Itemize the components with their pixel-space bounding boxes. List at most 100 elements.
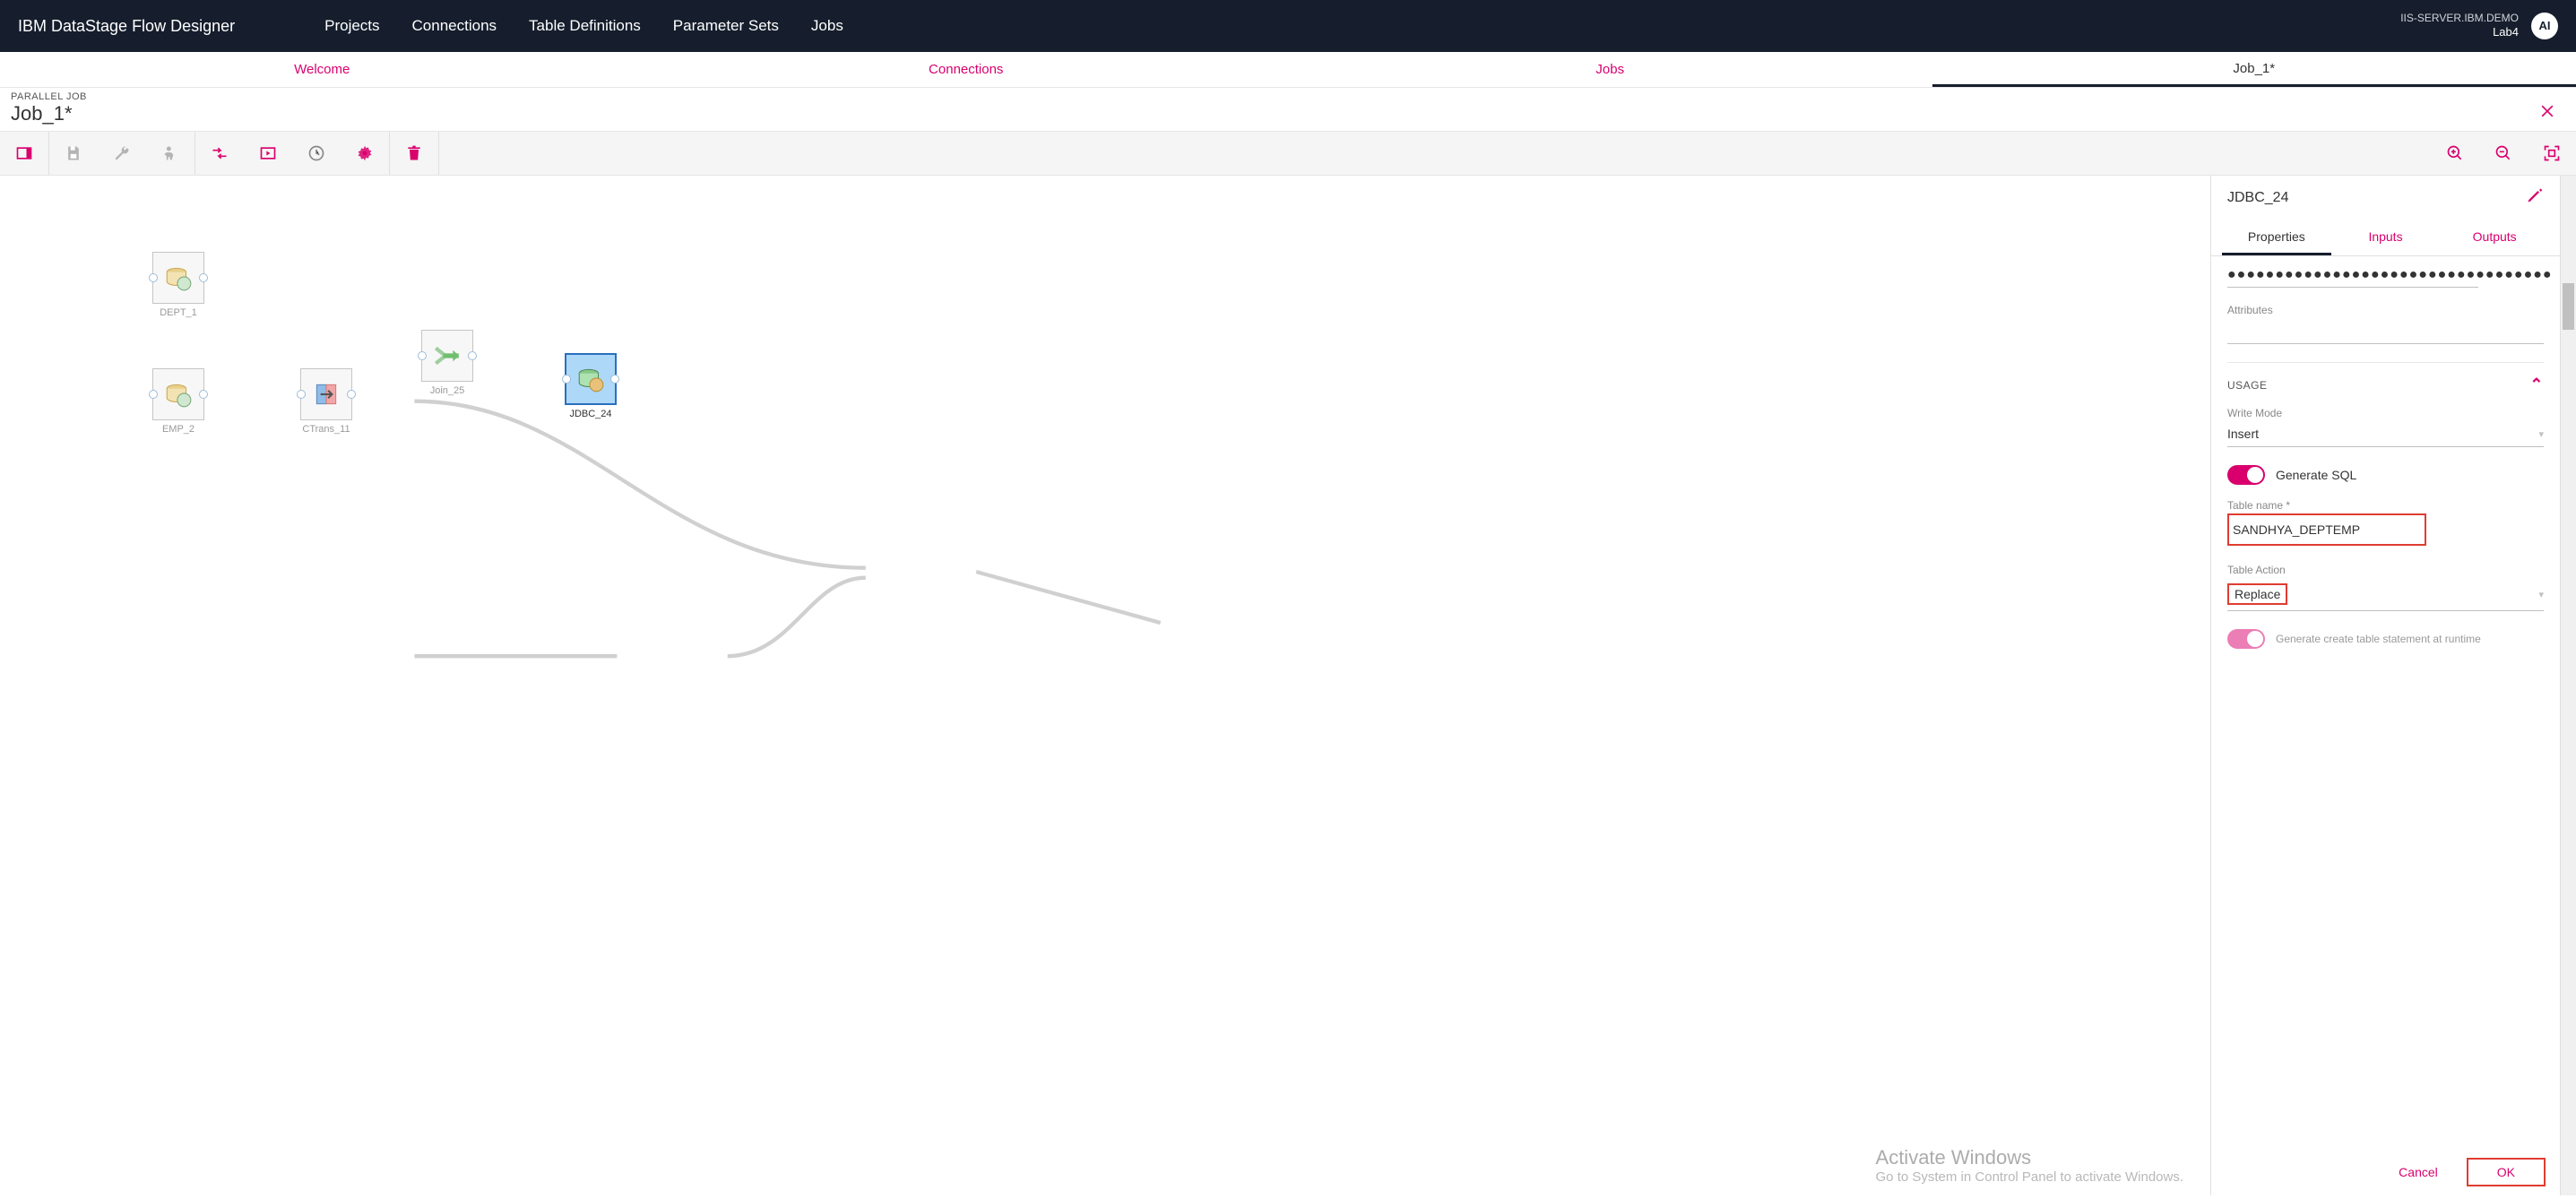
user-avatar[interactable]: AI [2531, 13, 2558, 39]
zoom-in-icon [2446, 144, 2464, 162]
zoom-fit-button[interactable] [2528, 132, 2576, 175]
join-stage-icon [432, 341, 462, 371]
windows-watermark: Activate Windows Go to System in Control… [1876, 1146, 2183, 1185]
run-icon [161, 144, 179, 162]
switch-button[interactable] [195, 132, 244, 175]
vertical-scrollbar[interactable] [2560, 176, 2576, 1195]
settings-button[interactable] [341, 132, 389, 175]
table-action-value: Replace [2235, 587, 2280, 601]
nav-parameter-sets[interactable]: Parameter Sets [673, 17, 779, 35]
zoom-out-button[interactable] [2479, 132, 2528, 175]
clock-icon [307, 144, 325, 162]
tab-outputs[interactable]: Outputs [2440, 220, 2549, 255]
table-action-label: Table Action [2227, 564, 2544, 576]
chevron-up-icon: ⌃ [2529, 375, 2544, 394]
generate-sql-label: Generate SQL [2276, 468, 2356, 482]
stage-ctrans-11[interactable]: CTrans_11 [300, 368, 352, 435]
ok-button[interactable]: OK [2467, 1158, 2546, 1186]
server-info: IIS-SERVER.IBM.DEMO Lab4 [2400, 12, 2519, 40]
zoom-out-icon [2494, 144, 2512, 162]
tab-jobs[interactable]: Jobs [1288, 52, 1932, 87]
generate-sql-toggle[interactable] [2227, 465, 2265, 485]
edit-title-button[interactable] [2526, 186, 2544, 209]
palette-button[interactable] [0, 132, 48, 175]
save-button[interactable] [49, 132, 98, 175]
database-stage-icon [163, 379, 194, 410]
stage-emp-2[interactable]: EMP_2 [152, 368, 204, 435]
nav-table-definitions[interactable]: Table Definitions [529, 17, 641, 35]
job-name: Job_1* [11, 102, 87, 125]
main-area: DEPT_1 EMP_2 CTrans_11 [0, 176, 2576, 1195]
run-button[interactable] [146, 132, 194, 175]
write-mode-select[interactable]: Insert ▾ [2227, 421, 2544, 447]
stage-label: JDBC_24 [569, 409, 611, 419]
caret-down-icon: ▾ [2538, 589, 2544, 600]
job-header: PARALLEL JOB Job_1* [0, 88, 2576, 131]
attributes-label: Attributes [2227, 304, 2544, 316]
canvas-toolbar [0, 131, 2576, 176]
wrench-icon [113, 144, 131, 162]
tab-properties[interactable]: Properties [2222, 220, 2331, 255]
schedule-button[interactable] [292, 132, 341, 175]
stage-label: DEPT_1 [160, 307, 197, 318]
database-stage-icon [163, 263, 194, 293]
gear-icon [356, 144, 374, 162]
stage-label: CTrans_11 [302, 424, 350, 435]
server-project: Lab4 [2400, 25, 2519, 40]
panel-title: JDBC_24 [2227, 190, 2288, 206]
job-kind-label: PARALLEL JOB [11, 91, 87, 102]
write-mode-value: Insert [2227, 427, 2259, 441]
compile-button[interactable] [98, 132, 146, 175]
link-layer [0, 176, 2210, 1195]
server-host: IIS-SERVER.IBM.DEMO [2400, 12, 2519, 26]
transform-stage-icon [311, 379, 341, 410]
save-icon [65, 144, 82, 162]
arrows-switch-icon [211, 144, 229, 162]
tab-job-1[interactable]: Job_1* [1932, 52, 2576, 87]
brand-title: IBM DataStage Flow Designer [18, 17, 235, 36]
panel-play-icon [259, 144, 277, 162]
tab-inputs[interactable]: Inputs [2331, 220, 2441, 255]
table-name-input[interactable] [2233, 517, 2421, 542]
stage-properties-button[interactable] [244, 132, 292, 175]
usage-section-title: USAGE [2227, 379, 2268, 392]
design-canvas[interactable]: DEPT_1 EMP_2 CTrans_11 [0, 176, 2210, 1195]
nav-connections[interactable]: Connections [412, 17, 497, 35]
close-icon [2538, 102, 2556, 120]
generate-create-toggle[interactable] [2227, 629, 2265, 649]
main-nav: Projects Connections Table Definitions P… [324, 17, 843, 35]
delete-button[interactable] [390, 132, 438, 175]
fit-screen-icon [2543, 144, 2561, 162]
panel-footer: Cancel OK [2211, 1149, 2560, 1195]
close-job-button[interactable] [2529, 102, 2565, 125]
workspace-tabs: Welcome Connections Jobs Job_1* [0, 52, 2576, 88]
stage-label: EMP_2 [162, 424, 194, 435]
stage-join-25[interactable]: Join_25 [421, 330, 473, 396]
table-name-label: Table name * [2227, 499, 2544, 512]
panel-right-icon [15, 144, 33, 162]
panel-tabs: Properties Inputs Outputs [2211, 220, 2560, 256]
panel-body[interactable]: ●●●●●●●●●●●●●●●●●●●●●●●●●●●●●●●●●● Attri… [2211, 256, 2560, 1149]
zoom-in-button[interactable] [2431, 132, 2479, 175]
stage-dept-1[interactable]: DEPT_1 [152, 252, 204, 318]
stage-label: Join_25 [430, 385, 465, 396]
pencil-icon [2526, 186, 2544, 204]
tab-connections[interactable]: Connections [644, 52, 1289, 87]
stage-jdbc-24[interactable]: JDBC_24 [565, 353, 617, 419]
table-action-select[interactable]: Replace ▾ [2227, 578, 2544, 611]
properties-panel: JDBC_24 Properties Inputs Outputs ●●●●●●… [2210, 176, 2560, 1195]
caret-down-icon: ▾ [2538, 428, 2544, 440]
top-header: IBM DataStage Flow Designer Projects Con… [0, 0, 2576, 52]
nav-projects[interactable]: Projects [324, 17, 379, 35]
nav-jobs[interactable]: Jobs [811, 17, 843, 35]
tab-welcome[interactable]: Welcome [0, 52, 644, 87]
cancel-button[interactable]: Cancel [2379, 1158, 2458, 1186]
trash-icon [405, 144, 423, 162]
jdbc-stage-icon [575, 364, 606, 394]
generate-create-label: Generate create table statement at runti… [2276, 633, 2481, 645]
password-field[interactable]: ●●●●●●●●●●●●●●●●●●●●●●●●●●●●●●●●●● [2227, 263, 2478, 288]
scrollbar-thumb[interactable] [2563, 283, 2574, 330]
attributes-input[interactable] [2227, 318, 2544, 344]
write-mode-label: Write Mode [2227, 407, 2544, 419]
usage-section-header[interactable]: USAGE ⌃ [2227, 362, 2544, 407]
